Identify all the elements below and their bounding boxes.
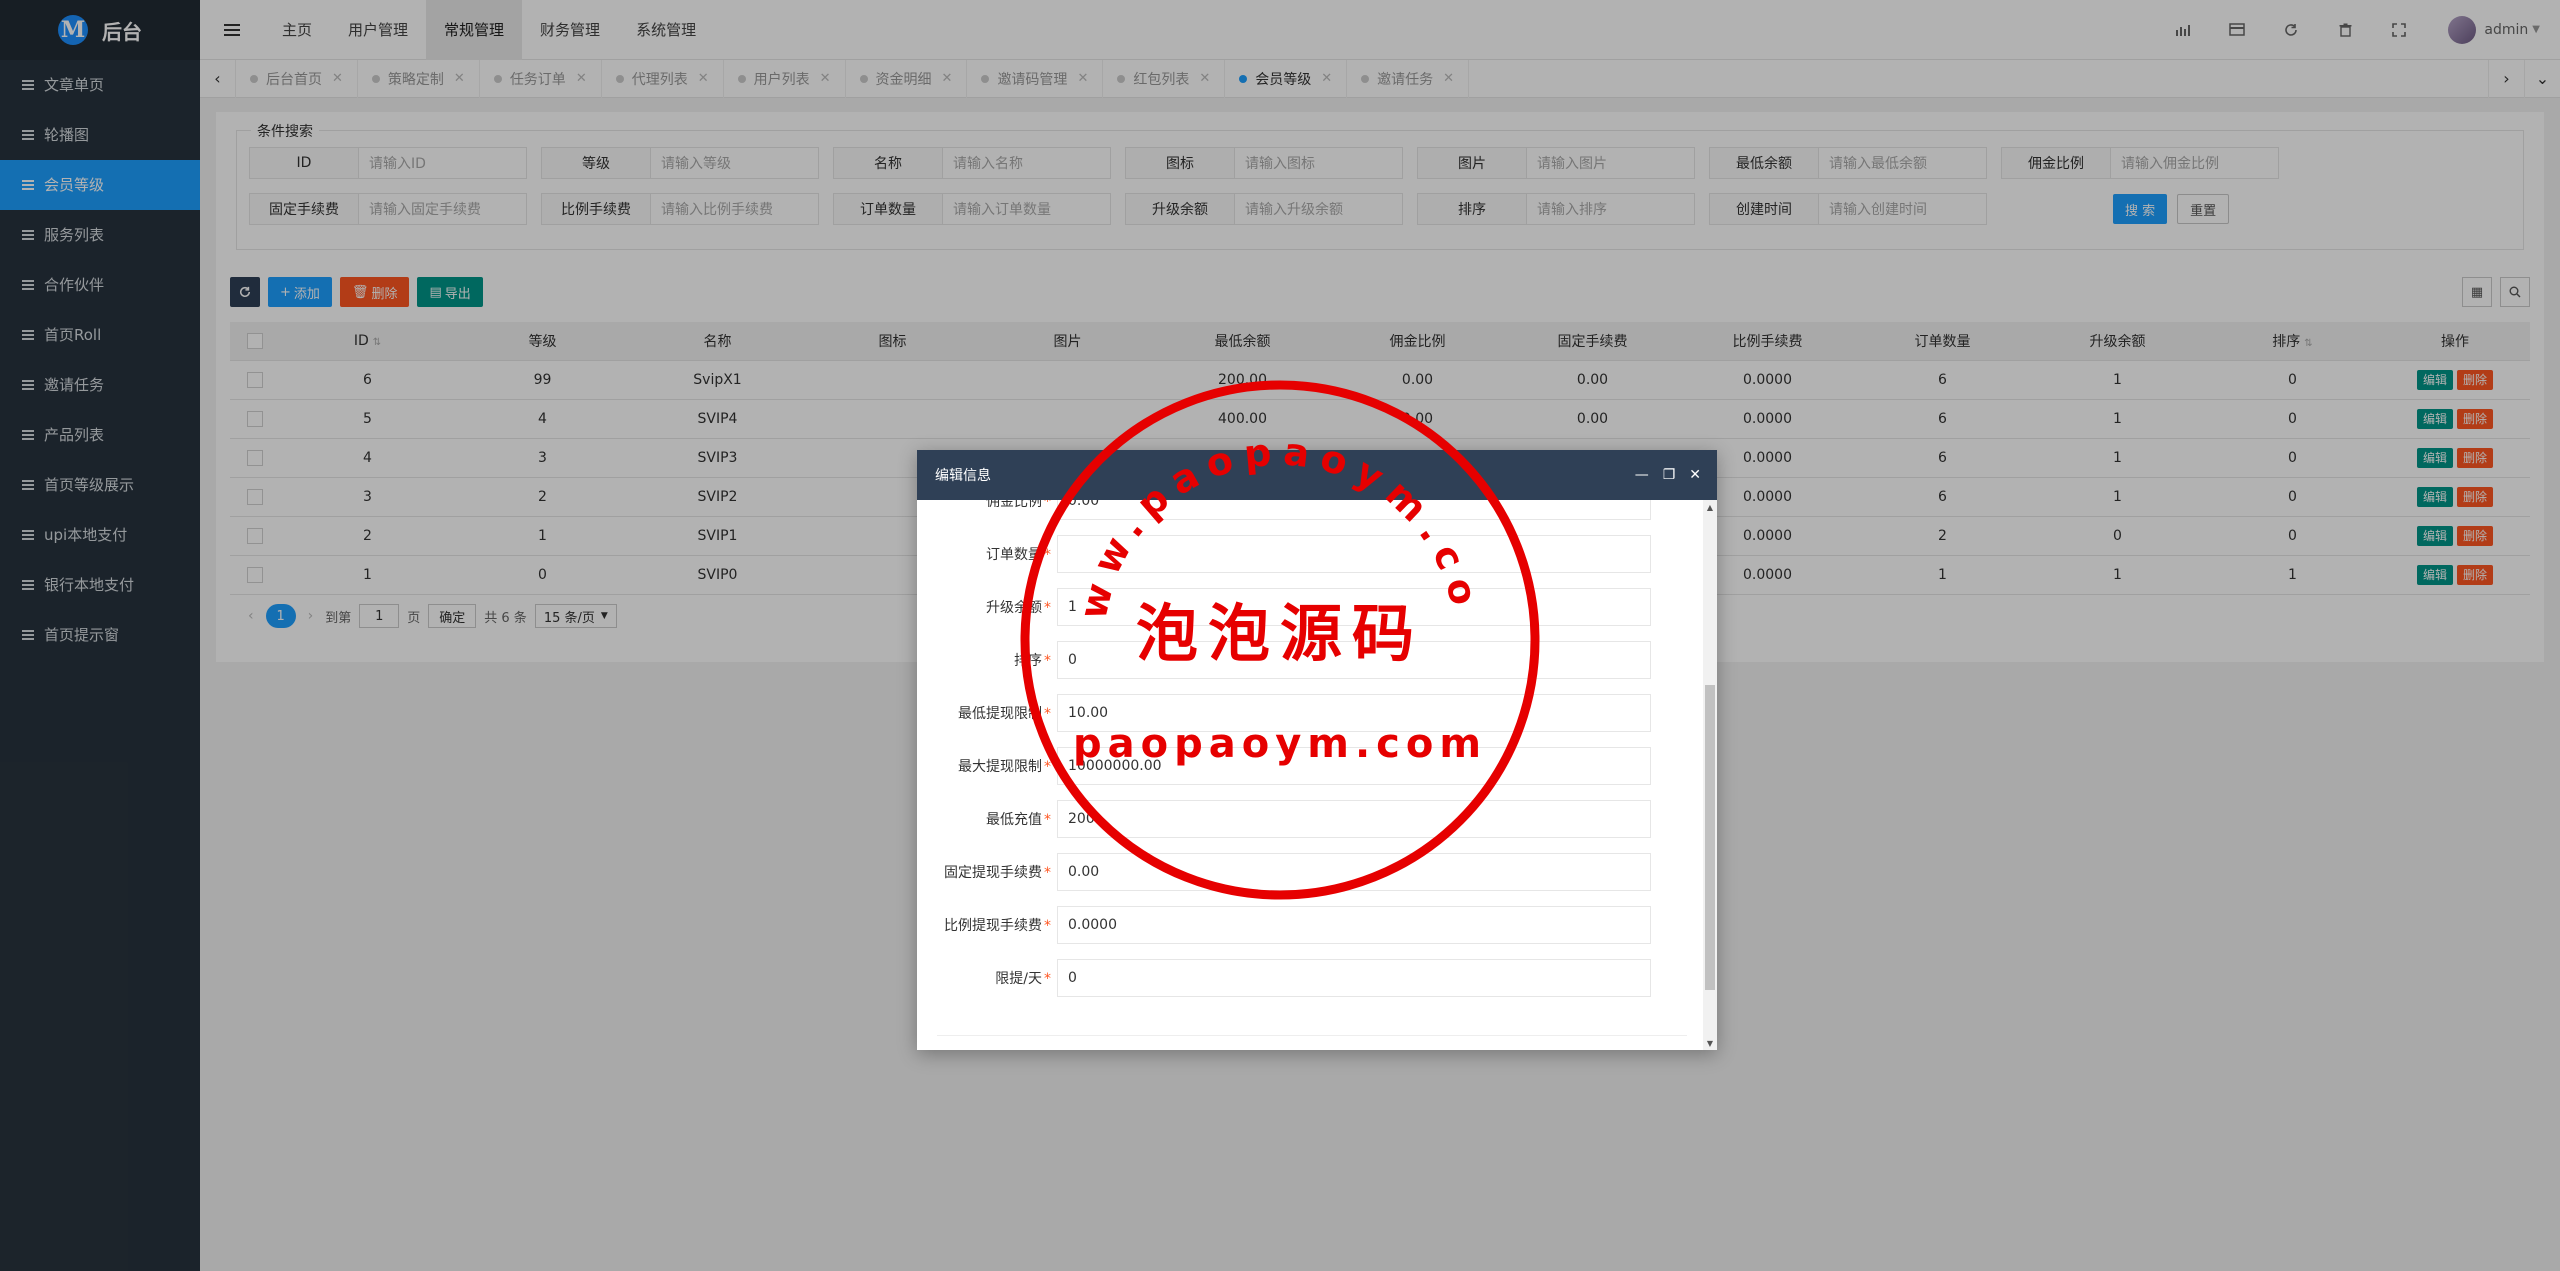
form-input[interactable]: 0 [1057, 641, 1651, 679]
form-label: 升级余额 * [986, 600, 1051, 616]
scroll-up-icon[interactable]: ▲ [1703, 500, 1717, 514]
close-icon[interactable]: ✕ [1689, 467, 1701, 483]
form-label: 最低充值 * [986, 812, 1051, 828]
form-row: 最低充值 * 200 [917, 800, 1651, 838]
dialog-scrollbar[interactable]: ▲ ▼ [1703, 500, 1717, 1050]
form-label: 最大提现限制 * [958, 759, 1051, 775]
edit-dialog: 编辑信息 — ❐ ✕ 佣金比例 * 0.00 订单数量 * 升级余额 * 1 排序 * 0 最低提现限… [917, 450, 1717, 1050]
scroll-down-icon[interactable]: ▼ [1703, 1036, 1717, 1050]
form-input[interactable]: 1 [1057, 588, 1651, 626]
form-label: 佣金比例 * [986, 500, 1051, 510]
form-label: 比例提现手续费 * [944, 918, 1051, 934]
form-label: 固定提现手续费 * [944, 865, 1051, 881]
form-input[interactable]: 0 [1057, 959, 1651, 997]
minimize-icon[interactable]: — [1635, 467, 1649, 483]
form-row: 限提/天 * 0 [917, 959, 1651, 997]
form-row: 排序 * 0 [917, 641, 1651, 679]
form-row: 订单数量 * [917, 535, 1651, 573]
form-row: 最低提现限制 * 10.00 [917, 694, 1651, 732]
scroll-thumb[interactable] [1705, 685, 1715, 990]
dialog-controls: — ❐ ✕ [1635, 467, 1717, 483]
form-label: 订单数量 * [986, 547, 1051, 563]
form-row: 固定提现手续费 * 0.00 [917, 853, 1651, 891]
form-row: 佣金比例 * 0.00 [917, 500, 1651, 520]
form-label: 排序 * [1014, 653, 1051, 669]
form-row: 升级余额 * 1 [917, 588, 1651, 626]
form-label: 最低提现限制 * [958, 706, 1051, 722]
dialog-form: 佣金比例 * 0.00 订单数量 * 升级余额 * 1 排序 * 0 最低提现限制 * 10.00 最大提现… [917, 500, 1697, 1050]
form-input[interactable]: 200 [1057, 800, 1651, 838]
dialog-header: 编辑信息 — ❐ ✕ [917, 450, 1717, 500]
dialog-divider [937, 1035, 1687, 1036]
dialog-title: 编辑信息 [935, 468, 991, 484]
form-input[interactable]: 0.00 [1057, 500, 1651, 520]
form-row: 比例提现手续费 * 0.0000 [917, 906, 1651, 944]
form-input[interactable]: 10000000.00 [1057, 747, 1651, 785]
maximize-icon[interactable]: ❐ [1663, 467, 1676, 483]
form-input[interactable]: 0.0000 [1057, 906, 1651, 944]
form-input[interactable]: 10.00 [1057, 694, 1651, 732]
form-input[interactable]: 0.00 [1057, 853, 1651, 891]
form-input[interactable] [1057, 535, 1651, 573]
form-label: 限提/天 * [995, 971, 1051, 987]
form-row: 最大提现限制 * 10000000.00 [917, 747, 1651, 785]
